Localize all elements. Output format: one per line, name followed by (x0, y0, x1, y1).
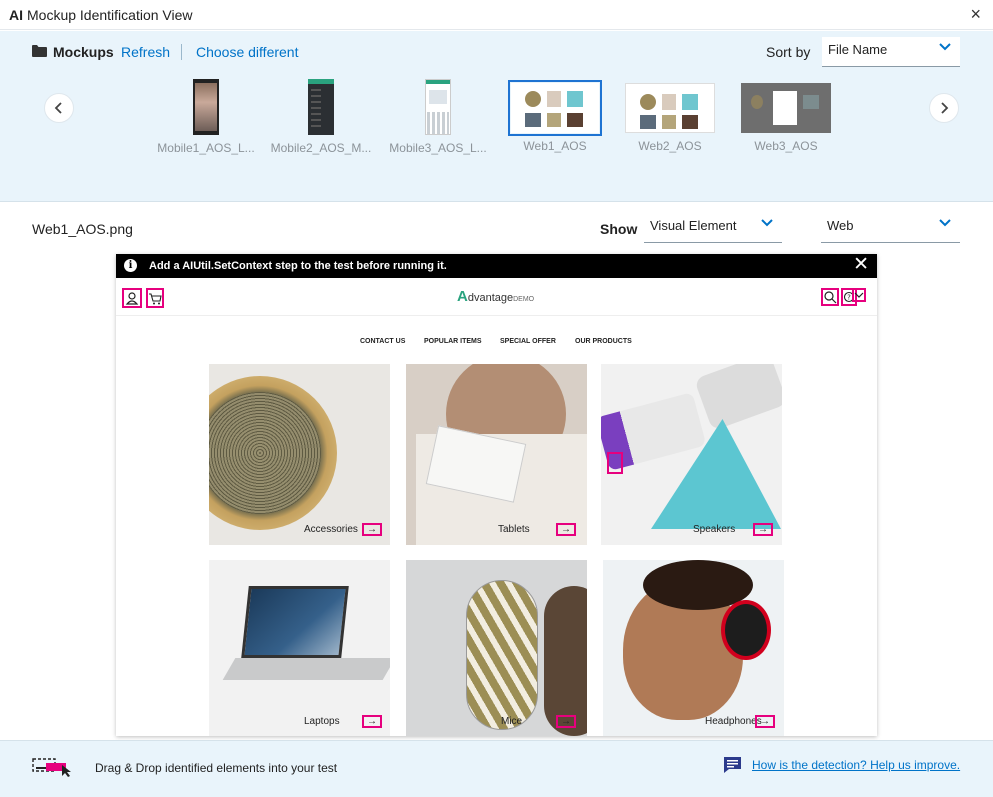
thumbnail-mobile3[interactable]: Mobile3_AOS_L... (380, 79, 496, 155)
thumbnail-caption: Web2_AOS (638, 139, 702, 153)
drag-drop-icon (32, 758, 71, 777)
thumbnail-mobile1[interactable]: Mobile1_AOS_L... (148, 79, 264, 155)
tile-speakers[interactable]: Speakers → (601, 364, 782, 545)
refresh-link[interactable]: Refresh (121, 44, 170, 60)
tile-label: Laptops (304, 716, 340, 727)
nav-special-offer[interactable]: SPECIAL OFFER (500, 338, 556, 345)
arrow-right-icon[interactable]: → (755, 715, 775, 728)
nav-popular-items[interactable]: POPULAR ITEMS (424, 338, 482, 345)
tile-accessories[interactable]: Accessories → (209, 364, 390, 545)
tile-label: Speakers (693, 524, 736, 535)
drag-drop-hint: Drag & Drop identified elements into you… (95, 761, 338, 775)
search-icon (824, 291, 837, 304)
previous-button[interactable] (44, 93, 74, 123)
svg-text:?: ? (847, 294, 851, 302)
detected-chevron-down-icon[interactable] (852, 288, 866, 302)
mockup-filename: Web1_AOS.png (32, 221, 133, 237)
tile-label: Mice (501, 716, 523, 727)
headphone-image (721, 600, 771, 660)
laptop-screen-image (241, 586, 349, 658)
thumbnail-caption: Mobile1_AOS_L... (157, 141, 255, 155)
thumbnail-mobile2[interactable]: Mobile2_AOS_M... (263, 79, 379, 155)
arrow-right-icon[interactable]: → (556, 715, 576, 728)
site-logo: AdvantageDEMO (457, 288, 534, 305)
chevron-down-icon (939, 219, 951, 227)
chevron-down-icon (939, 43, 951, 51)
speaker-image (694, 364, 782, 432)
nav-contact-us[interactable]: CONTACT US (360, 338, 405, 345)
feedback-link[interactable]: How is the detection? Help us improve. (752, 758, 960, 772)
info-icon: i (124, 259, 137, 272)
detected-cart-icon[interactable] (146, 288, 164, 308)
feedback-icon (724, 757, 741, 773)
tile-tablets[interactable]: Tablets → (406, 364, 587, 545)
context-banner: i Add a AIUtil.SetContext step to the te… (116, 254, 877, 278)
arrow-right-icon[interactable]: → (362, 523, 382, 536)
title-ai-badge: AI (9, 7, 23, 23)
banner-message: Add a AIUtil.SetContext step to the test… (149, 260, 447, 272)
close-window-button[interactable]: × (970, 5, 981, 23)
chevron-left-icon (54, 102, 62, 114)
arrow-right-icon[interactable]: → (556, 523, 576, 536)
detected-search-icon[interactable] (821, 288, 839, 306)
thumbnail-web3[interactable]: Web3_AOS (728, 79, 844, 153)
folder-icon (32, 45, 47, 57)
site-header: AdvantageDEMO ? (116, 278, 877, 316)
thumbnail-image (508, 80, 602, 136)
tile-headphones[interactable]: Headphones → (603, 560, 784, 736)
show-type-value: Visual Element (650, 218, 737, 233)
show-label: Show (600, 221, 638, 237)
banner-close-button[interactable]: ✕ (853, 255, 869, 275)
footer: Drag & Drop identified elements into you… (0, 740, 993, 797)
thumbnail-web1[interactable]: Web1_AOS (497, 79, 613, 153)
brown-mouse-image (544, 586, 587, 736)
mockups-label: Mockups (53, 44, 114, 60)
logo-text: dvantage (467, 292, 514, 304)
tile-mice[interactable]: Mice → (406, 560, 587, 736)
choose-different-link[interactable]: Choose different (196, 44, 298, 60)
window-title: AI Mockup Identification View (9, 7, 193, 23)
thumbnail-image (308, 79, 334, 135)
laptop-base-image (222, 658, 390, 680)
thumbnail-caption: Web1_AOS (523, 139, 587, 153)
chevron-right-icon (941, 102, 949, 114)
logo-letter: A (457, 288, 468, 305)
cart-icon (149, 293, 162, 305)
arrow-right-icon[interactable]: → (753, 523, 773, 536)
arrow-right-icon[interactable]: → (362, 715, 382, 728)
detected-user-icon[interactable] (122, 288, 142, 308)
platform-select[interactable]: Web (821, 213, 960, 243)
chevron-down-icon (761, 219, 773, 227)
tile-laptops[interactable]: Laptops → (209, 560, 390, 736)
tile-label: Tablets (498, 524, 530, 535)
nav-our-products[interactable]: OUR PRODUCTS (575, 338, 632, 345)
show-type-select[interactable]: Visual Element (644, 213, 782, 243)
thumbnail-image (625, 83, 715, 133)
thumbnail-caption: Mobile3_AOS_L... (389, 141, 487, 155)
mockup-preview: i Add a AIUtil.SetContext step to the te… (116, 254, 877, 736)
title-bar: AI Mockup Identification View × (0, 0, 993, 30)
tile-label: Headphones (705, 716, 762, 727)
tile-label: Accessories (304, 524, 358, 535)
title-text: Mockup Identification View (27, 7, 193, 23)
sort-by-value: File Name (828, 42, 888, 57)
thumbnail-image (193, 79, 219, 135)
thumbnail-caption: Web3_AOS (754, 139, 818, 153)
sort-by-select[interactable]: File Name (822, 37, 960, 67)
thumbnail-web2[interactable]: Web2_AOS (612, 79, 728, 153)
sort-by-label: Sort by (766, 44, 811, 60)
logo-demo: DEMO (513, 296, 535, 303)
chevron-down-icon (854, 292, 864, 298)
zebra-mouse-image (466, 580, 538, 730)
platform-value: Web (827, 218, 854, 233)
mockups-panel: Mockups Refresh Choose different Sort by… (0, 31, 993, 202)
thumbnail-image (741, 83, 831, 133)
next-button[interactable] (929, 93, 959, 123)
separator (181, 44, 182, 60)
user-icon (125, 292, 139, 305)
detected-pen-icon[interactable] (607, 452, 623, 474)
thumbnail-caption: Mobile2_AOS_M... (270, 141, 372, 155)
thumbnail-image (425, 79, 451, 135)
